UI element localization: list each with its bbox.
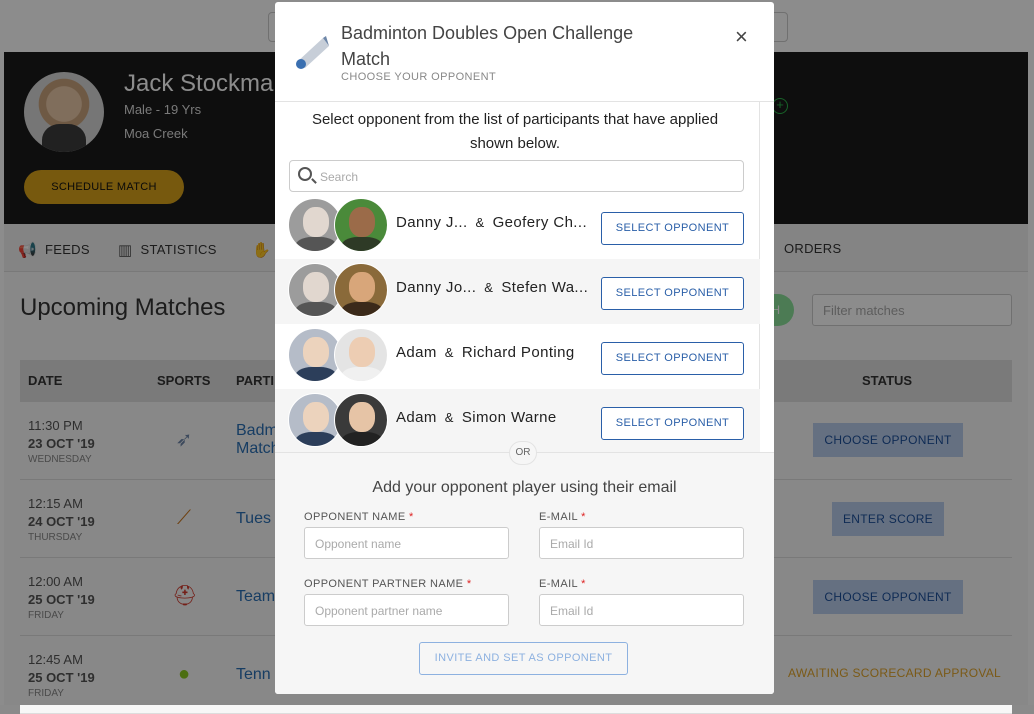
opponent-pair-names: Danny Jo... & Stefen Wa... (396, 279, 588, 296)
invite-button[interactable]: INVITE AND SET AS OPPONENT (419, 642, 628, 675)
modal-title: Badminton Doubles Open Challenge Match (341, 23, 634, 69)
ampersand: & (475, 215, 485, 230)
search-placeholder: Search (320, 170, 359, 184)
avatar (334, 263, 388, 317)
opponent-search-input[interactable]: Search (289, 160, 744, 192)
list-item: Adam & Richard Ponting SELECT OPPONENT (275, 324, 760, 389)
label-text: OPPONENT PARTNER NAME (304, 578, 464, 590)
select-opponent-button[interactable]: SELECT OPPONENT (601, 212, 744, 245)
opponent-name-input[interactable]: Opponent name (304, 527, 509, 559)
email-label: E-MAIL * (539, 511, 586, 523)
add-by-email-title: Add your opponent player using their ema… (372, 479, 677, 496)
player2-name: Simon Warne (461, 409, 557, 426)
player1-name: Adam (396, 409, 437, 426)
add-by-email-section: OR Add your opponent player using their … (275, 441, 774, 694)
ampersand: & (484, 280, 494, 295)
avatar (334, 328, 388, 382)
opponent-list: Danny J... & Geofery Ch... SELECT OPPONENT… (275, 194, 760, 452)
label-text: E-MAIL (539, 578, 578, 590)
partner-email-label: E-MAIL * (539, 578, 586, 590)
player1-name: Adam (396, 344, 437, 361)
opponent-pair-names: Adam & Simon Warne (396, 409, 557, 426)
shuttlecock-icon (296, 36, 329, 69)
select-opponent-button[interactable]: SELECT OPPONENT (601, 342, 744, 375)
player1-name: Danny J... (396, 214, 468, 231)
modal-header: Badminton Doubles Open Challenge Match C… (275, 2, 774, 102)
or-divider: OR (509, 441, 537, 465)
opponent-pair-names: Adam & Richard Ponting (396, 344, 575, 361)
search-icon (298, 167, 312, 181)
select-opponent-button[interactable]: SELECT OPPONENT (601, 407, 744, 440)
partner-name-label: OPPONENT PARTNER NAME * (304, 578, 472, 590)
avatar (334, 393, 388, 447)
required-mark: * (581, 511, 586, 523)
list-scrollbar[interactable] (759, 102, 773, 452)
modal-subtitle: CHOOSE YOUR OPPONENT (341, 71, 497, 83)
modal-instructions: Select opponent from the list of partici… (311, 111, 719, 152)
player2-name: Geofery Ch... (492, 214, 588, 231)
select-opponent-button[interactable]: SELECT OPPONENT (601, 277, 744, 310)
list-item: Danny J... & Geofery Ch... SELECT OPPONENT (275, 194, 760, 259)
label-text: OPPONENT NAME (304, 511, 406, 523)
email-input[interactable]: Email Id (539, 527, 744, 559)
opponent-name-label: OPPONENT NAME * (304, 511, 414, 523)
ampersand: & (444, 410, 454, 425)
close-icon[interactable]: × (735, 24, 748, 50)
avatar (334, 198, 388, 252)
player2-name: Stefen Wa... (501, 279, 589, 296)
partner-email-input[interactable]: Email Id (539, 594, 744, 626)
ampersand: & (444, 345, 454, 360)
opponent-pair-names: Danny J... & Geofery Ch... (396, 214, 587, 231)
list-item: Danny Jo... & Stefen Wa... SELECT OPPONENT (275, 259, 760, 324)
label-text: E-MAIL (539, 511, 578, 523)
player2-name: Richard Ponting (461, 344, 575, 361)
required-mark: * (409, 511, 414, 523)
required-mark: * (466, 578, 472, 590)
partner-name-input[interactable]: Opponent partner name (304, 594, 509, 626)
player1-name: Danny Jo... (396, 279, 477, 296)
choose-opponent-modal: Badminton Doubles Open Challenge Match C… (275, 2, 774, 694)
required-mark: * (581, 578, 586, 590)
